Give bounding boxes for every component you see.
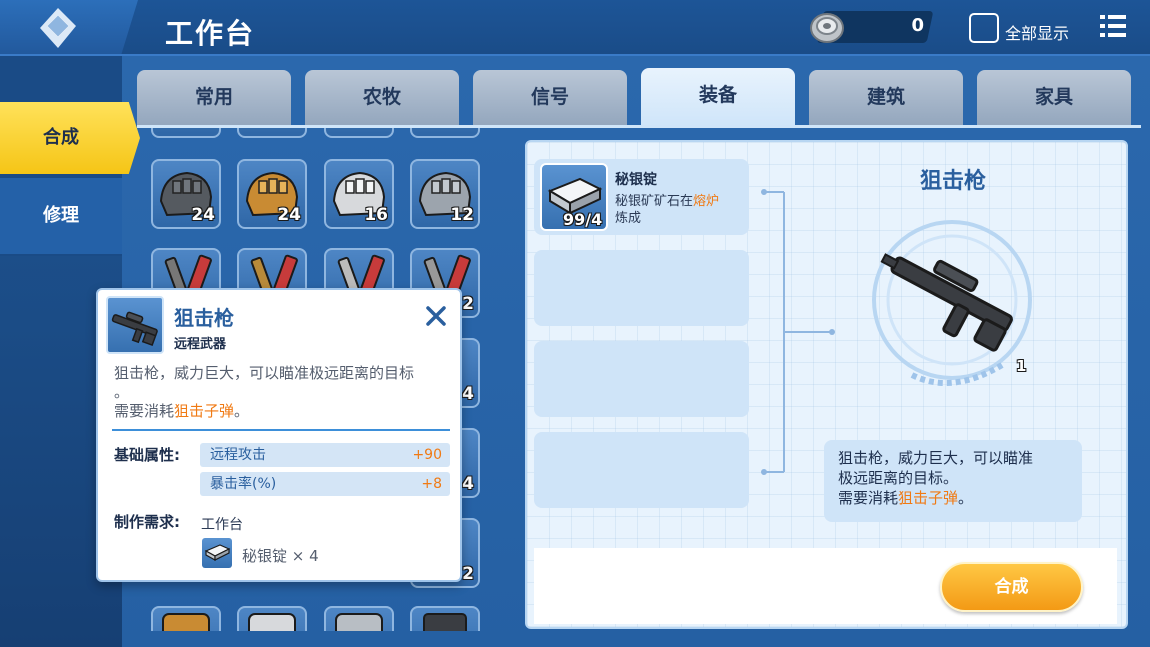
material-count: 99/4: [563, 210, 603, 229]
page-title: 工作台: [165, 17, 256, 50]
tab-signal[interactable]: 信号: [473, 70, 627, 126]
grid-item[interactable]: [324, 128, 394, 138]
result-description: 狙击枪，威力巨大，可以瞄准 极远距离的目标。 需要消耗狙击子弹。: [824, 440, 1082, 522]
grid-item-gold-gauntlet[interactable]: 24: [237, 159, 307, 229]
dark-armor-icon: [423, 613, 467, 631]
craft-bench: 工作台: [201, 517, 243, 533]
result-title: 狙击枪: [919, 169, 986, 194]
craft-button[interactable]: 合成: [940, 562, 1083, 612]
back-button[interactable]: [0, 0, 138, 54]
grid-item-dark-gauntlet[interactable]: 24: [151, 159, 221, 229]
tab-common[interactable]: 常用: [137, 70, 291, 126]
grid-item[interactable]: [237, 128, 307, 138]
tab-equipment[interactable]: 装备: [641, 68, 795, 126]
item-count: 2: [462, 294, 474, 314]
tab-furniture[interactable]: 家具: [977, 70, 1131, 126]
gear-coin-icon: [810, 13, 844, 43]
grid-item-steel-gauntlet[interactable]: 12: [410, 159, 480, 229]
item-count: 4: [462, 384, 474, 404]
item-count: 4: [462, 474, 474, 494]
stat-row: 暴击率(%) +8: [200, 472, 450, 496]
grid-item[interactable]: [237, 606, 307, 631]
silver-armor-icon: [248, 613, 296, 631]
grid-item-silver-gauntlet[interactable]: 16: [324, 159, 394, 229]
tooltip-item-name: 狙击枪: [174, 306, 234, 330]
item-count: 24: [277, 205, 301, 225]
show-all-checkbox[interactable]: [969, 13, 999, 43]
tooltip-item-type: 远程武器: [174, 337, 227, 352]
tooltip-divider: [112, 429, 450, 431]
grid-item[interactable]: [151, 128, 221, 138]
tab-farming[interactable]: 农牧: [305, 70, 459, 126]
sniper-rifle-icon: [111, 311, 158, 347]
tooltip-material-slot: [202, 538, 232, 568]
side-tab-craft[interactable]: 合成: [0, 102, 140, 174]
tooltip-description: 狙击枪，威力巨大，可以瞄准极远距离的目标 。 需要消耗狙击子弹。: [114, 364, 415, 420]
steel-armor-icon: [335, 613, 383, 631]
stat-row: 远程攻击 +90: [200, 443, 450, 467]
item-count: 16: [364, 205, 388, 225]
result-count: 1: [1016, 357, 1027, 375]
base-attr-label: 基础属性:: [114, 446, 180, 464]
menu-icon[interactable]: [1100, 15, 1126, 37]
grid-item[interactable]: [410, 128, 480, 138]
tooltip-item-slot: [106, 296, 164, 354]
recipe-connector: [761, 189, 835, 475]
back-arrow-icon: [40, 8, 76, 48]
tab-building[interactable]: 建筑: [809, 70, 963, 126]
craft-req-label: 制作需求:: [114, 513, 180, 531]
gold-armor-icon: [162, 613, 210, 631]
grid-item[interactable]: [410, 606, 480, 631]
material-slot-empty: [534, 432, 749, 508]
item-count: 12: [450, 205, 474, 225]
material-slot-empty: [534, 250, 749, 326]
item-tooltip: 狙击枪 远程武器 狙击枪，威力巨大，可以瞄准极远距离的目标 。 需要消耗狙击子弹…: [96, 288, 462, 582]
close-icon[interactable]: [424, 304, 448, 328]
grid-item[interactable]: [324, 606, 394, 631]
grid-item[interactable]: [151, 606, 221, 631]
item-count: 2: [462, 564, 474, 584]
material-slot-empty: [534, 341, 749, 417]
material-desc: 秘银矿矿石在熔炉 炼成: [615, 194, 720, 226]
coin-count: 0: [911, 15, 924, 36]
side-tab-repair[interactable]: 修理: [0, 178, 122, 254]
mithril-ingot-icon: [204, 544, 231, 562]
result-ring: [872, 220, 1032, 386]
show-all-label: 全部显示: [1005, 24, 1070, 43]
item-count: 24: [191, 205, 215, 225]
tooltip-material-text: 秘银锭 × 4: [242, 547, 319, 565]
material-name: 秘银锭: [615, 172, 657, 188]
